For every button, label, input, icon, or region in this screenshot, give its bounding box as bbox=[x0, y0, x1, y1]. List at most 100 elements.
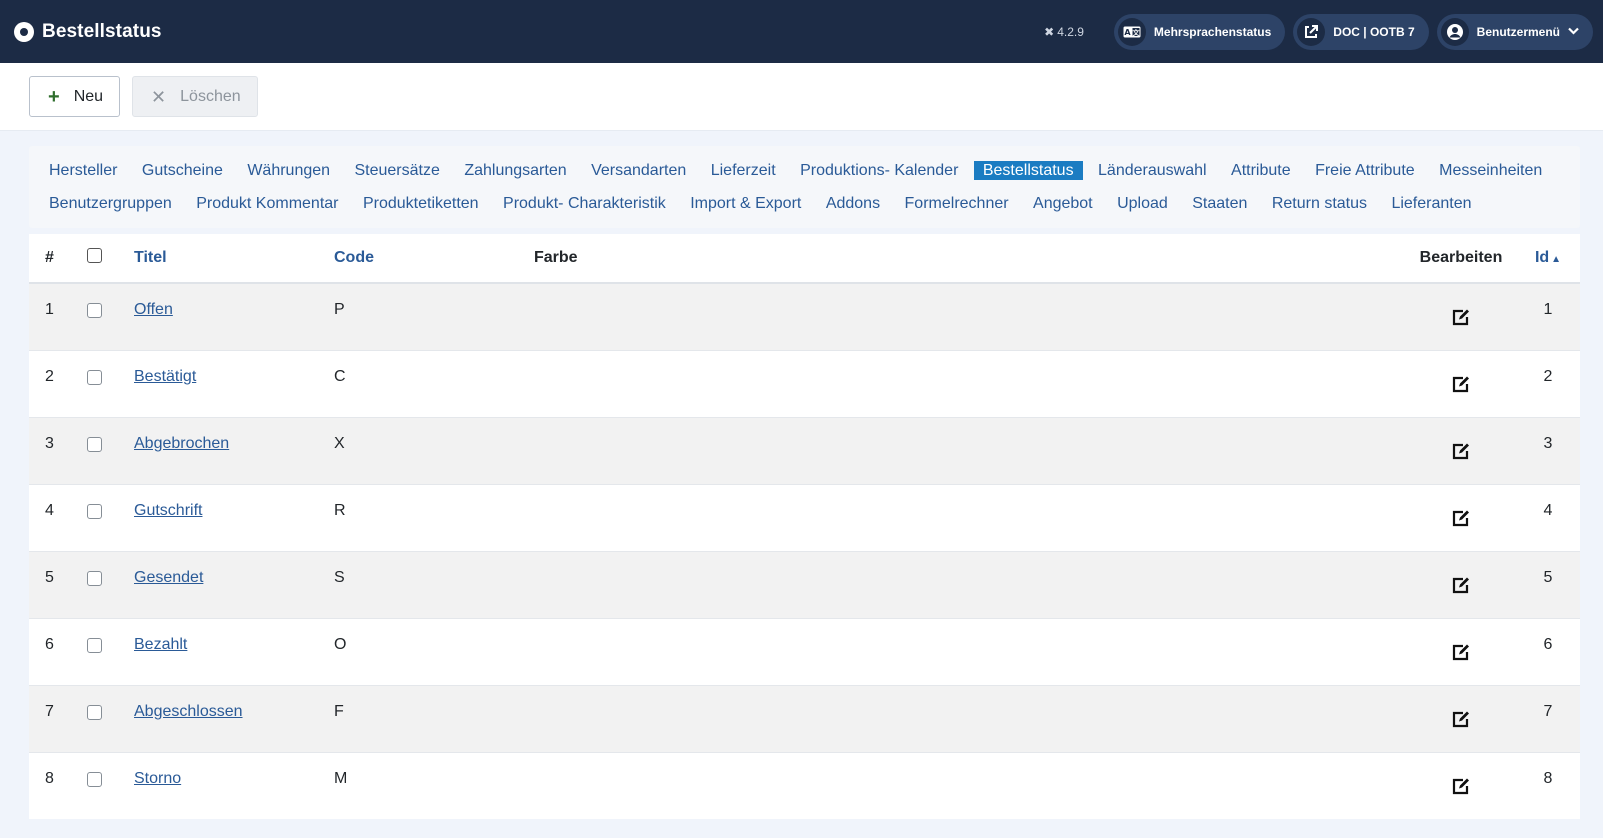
joomla-logo-icon bbox=[14, 21, 34, 42]
table-row: 4 Gutschrift R 4 bbox=[29, 483, 1580, 551]
edit-icon[interactable] bbox=[1452, 309, 1470, 331]
row-color bbox=[534, 751, 1402, 819]
row-id: 2 bbox=[1520, 349, 1580, 417]
delete-button[interactable]: ✕ Löschen bbox=[132, 76, 258, 117]
submenu-item-addons[interactable]: Addons bbox=[817, 194, 889, 213]
language-icon: A文 bbox=[1117, 17, 1146, 46]
joomla-small-icon: ✖ bbox=[1044, 24, 1055, 39]
row-checkbox[interactable] bbox=[87, 436, 102, 452]
table-body: 1 Offen P 1 2 Bestätigt C 2 3 Abgebrochen X 3 4 Gutsc… bbox=[29, 282, 1580, 819]
row-id: 3 bbox=[1520, 416, 1580, 484]
site-link-button[interactable]: DOC | OOTB 7 bbox=[1293, 13, 1429, 50]
submenu-item-formelrechner[interactable]: Formelrechner bbox=[896, 194, 1018, 213]
sort-asc-icon: ▲ bbox=[1551, 254, 1562, 265]
table-header-row: # Titel Code Farbe Bearbeiten Id ▲ bbox=[29, 234, 1580, 284]
submenu-item-länderauswahl[interactable]: Länderauswahl bbox=[1089, 161, 1216, 180]
column-id[interactable]: Id ▲ bbox=[1520, 234, 1580, 284]
submenu-item-upload[interactable]: Upload bbox=[1108, 194, 1177, 213]
row-color bbox=[534, 282, 1402, 350]
table-row: 3 Abgebrochen X 3 bbox=[29, 416, 1580, 484]
submenu-item-freie-attribute[interactable]: Freie Attribute bbox=[1306, 161, 1424, 180]
page-title: Bestellstatus bbox=[42, 20, 162, 42]
row-title-link[interactable]: Gesendet bbox=[134, 569, 203, 586]
edit-icon[interactable] bbox=[1452, 778, 1470, 800]
column-edit: Bearbeiten bbox=[1402, 234, 1520, 284]
submenu-item-produkt-charakteristik[interactable]: Produkt- Charakteristik bbox=[494, 194, 675, 213]
submenu-item-lieferanten[interactable]: Lieferanten bbox=[1382, 194, 1480, 213]
app-header: Bestellstatus ✖ 4.2.9 A文 Mehrsprachensta… bbox=[0, 0, 1603, 63]
row-code: C bbox=[334, 349, 534, 417]
edit-icon[interactable] bbox=[1452, 510, 1470, 532]
row-title-cell: Bestätigt bbox=[134, 349, 334, 417]
row-checkbox[interactable] bbox=[87, 704, 102, 720]
row-title-link[interactable]: Bestätigt bbox=[134, 368, 196, 385]
multilanguage-status-button[interactable]: A文 Mehrsprachenstatus bbox=[1113, 13, 1286, 50]
submenu-item-angebot[interactable]: Angebot bbox=[1024, 194, 1102, 213]
row-id: 5 bbox=[1520, 550, 1580, 618]
row-checkbox[interactable] bbox=[87, 637, 102, 653]
row-title-link[interactable]: Bezahlt bbox=[134, 636, 187, 653]
svg-text:文: 文 bbox=[1132, 28, 1140, 37]
row-id: 4 bbox=[1520, 483, 1580, 551]
external-link-icon bbox=[1297, 17, 1326, 46]
select-all-checkbox[interactable] bbox=[87, 248, 102, 263]
submenu-item-lieferzeit[interactable]: Lieferzeit bbox=[702, 161, 785, 180]
submenu-item-währungen[interactable]: Währungen bbox=[238, 161, 339, 180]
column-title[interactable]: Titel bbox=[134, 234, 334, 284]
submenu-item-import-export[interactable]: Import & Export bbox=[681, 194, 810, 213]
row-title-link[interactable]: Abgeschlossen bbox=[134, 703, 243, 720]
row-id: 7 bbox=[1520, 684, 1580, 752]
row-title-cell: Bezahlt bbox=[134, 617, 334, 685]
row-title-link[interactable]: Gutschrift bbox=[134, 502, 202, 519]
submenu-item-produkt-kommentar[interactable]: Produkt Kommentar bbox=[187, 194, 347, 213]
chevron-down-icon bbox=[1568, 26, 1579, 38]
submenu-item-attribute[interactable]: Attribute bbox=[1222, 161, 1300, 180]
select-all-checkbox-cell bbox=[87, 234, 134, 284]
row-checkbox-cell bbox=[87, 282, 134, 350]
submenu-item-produktions-kalender[interactable]: Produktions- Kalender bbox=[791, 161, 967, 180]
submenu-item-zahlungsarten[interactable]: Zahlungsarten bbox=[455, 161, 575, 180]
edit-icon[interactable] bbox=[1452, 376, 1470, 398]
new-button[interactable]: + Neu bbox=[29, 76, 121, 117]
submenu-item-steuersätze[interactable]: Steuersätze bbox=[345, 161, 448, 180]
submenu-item-hersteller[interactable]: Hersteller bbox=[40, 161, 126, 180]
row-checkbox[interactable] bbox=[87, 369, 102, 385]
edit-icon[interactable] bbox=[1452, 577, 1470, 599]
row-checkbox[interactable] bbox=[87, 771, 102, 787]
column-code[interactable]: Code bbox=[334, 234, 534, 284]
row-number: 8 bbox=[29, 751, 87, 819]
row-number: 2 bbox=[29, 349, 87, 417]
row-color bbox=[534, 684, 1402, 752]
row-checkbox-cell bbox=[87, 416, 134, 484]
user-menu-button[interactable]: Benutzermenü bbox=[1436, 13, 1593, 50]
user-menu-label: Benutzermenü bbox=[1476, 24, 1560, 39]
row-code: O bbox=[334, 617, 534, 685]
row-color bbox=[534, 349, 1402, 417]
edit-icon[interactable] bbox=[1452, 644, 1470, 666]
row-checkbox[interactable] bbox=[87, 303, 102, 318]
row-title-link[interactable]: Storno bbox=[134, 770, 181, 787]
row-checkbox[interactable] bbox=[87, 570, 102, 586]
row-checkbox[interactable] bbox=[87, 503, 102, 519]
row-checkbox-cell bbox=[87, 751, 134, 819]
edit-icon[interactable] bbox=[1452, 711, 1470, 733]
row-number: 5 bbox=[29, 550, 87, 618]
version-text: 4.2.9 bbox=[1057, 24, 1084, 39]
submenu-item-benutzergruppen[interactable]: Benutzergruppen bbox=[40, 194, 181, 213]
submenu-item-messeinheiten[interactable]: Messeinheiten bbox=[1430, 161, 1551, 180]
submenu-item-produktetiketten[interactable]: Produktetiketten bbox=[354, 194, 488, 213]
row-edit-cell bbox=[1402, 550, 1520, 618]
submenu-item-return-status[interactable]: Return status bbox=[1263, 194, 1376, 213]
edit-icon[interactable] bbox=[1452, 443, 1470, 465]
row-title-cell: Storno bbox=[134, 751, 334, 819]
row-code: M bbox=[334, 751, 534, 819]
submenu-item-gutscheine[interactable]: Gutscheine bbox=[133, 161, 232, 180]
version-info: ✖ 4.2.9 bbox=[1044, 25, 1084, 39]
submenu-item-versandarten[interactable]: Versandarten bbox=[582, 161, 695, 180]
row-title-cell: Gesendet bbox=[134, 550, 334, 618]
submenu-item-staaten[interactable]: Staaten bbox=[1183, 194, 1256, 213]
row-title-link[interactable]: Abgebrochen bbox=[134, 435, 229, 452]
row-title-link[interactable]: Offen bbox=[134, 301, 173, 318]
row-number: 4 bbox=[29, 483, 87, 551]
submenu-item-bestellstatus[interactable]: Bestellstatus bbox=[973, 161, 1083, 180]
